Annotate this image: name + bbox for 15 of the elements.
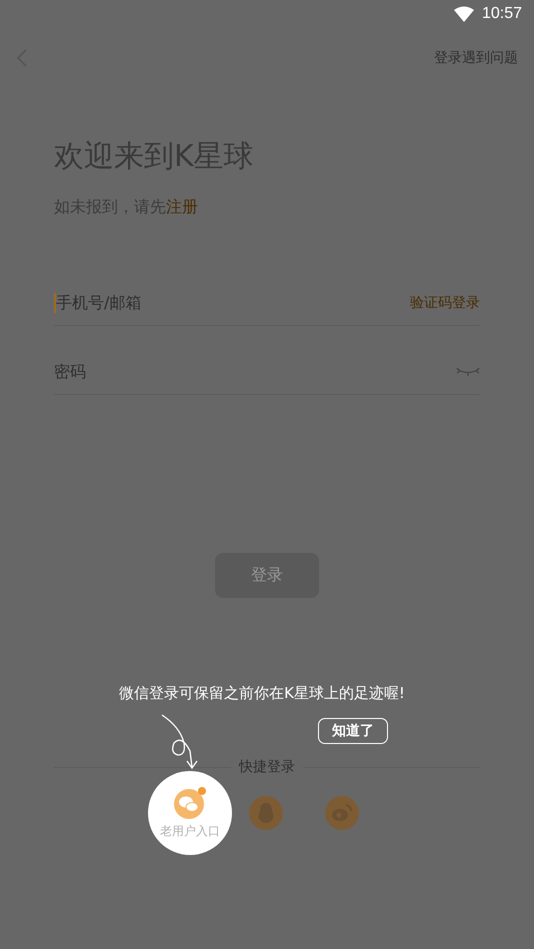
wifi-icon <box>454 6 474 22</box>
tip-text: 微信登录可保留之前你在K星球上的足迹喔! <box>118 683 406 704</box>
eye-logo-icon[interactable] <box>325 796 359 830</box>
highlight-circle[interactable]: 老用户入口 <box>148 771 232 855</box>
password-field[interactable]: 密码 <box>54 357 456 387</box>
help-link[interactable]: 登录遇到问题 <box>434 49 518 67</box>
status-time: 10:57 <box>482 5 522 23</box>
register-link[interactable]: 注册 <box>166 197 198 216</box>
quick-login-label: 快捷登录 <box>239 758 295 776</box>
sms-login-link[interactable]: 验证码登录 <box>410 294 480 312</box>
account-field[interactable]: 手机号/邮箱 <box>54 288 410 318</box>
closed-eye-icon[interactable] <box>456 367 480 377</box>
penguin-icon[interactable] <box>249 796 283 830</box>
chat-bubbles-icon <box>173 786 207 818</box>
got-it-button[interactable]: 知道了 <box>318 718 388 744</box>
